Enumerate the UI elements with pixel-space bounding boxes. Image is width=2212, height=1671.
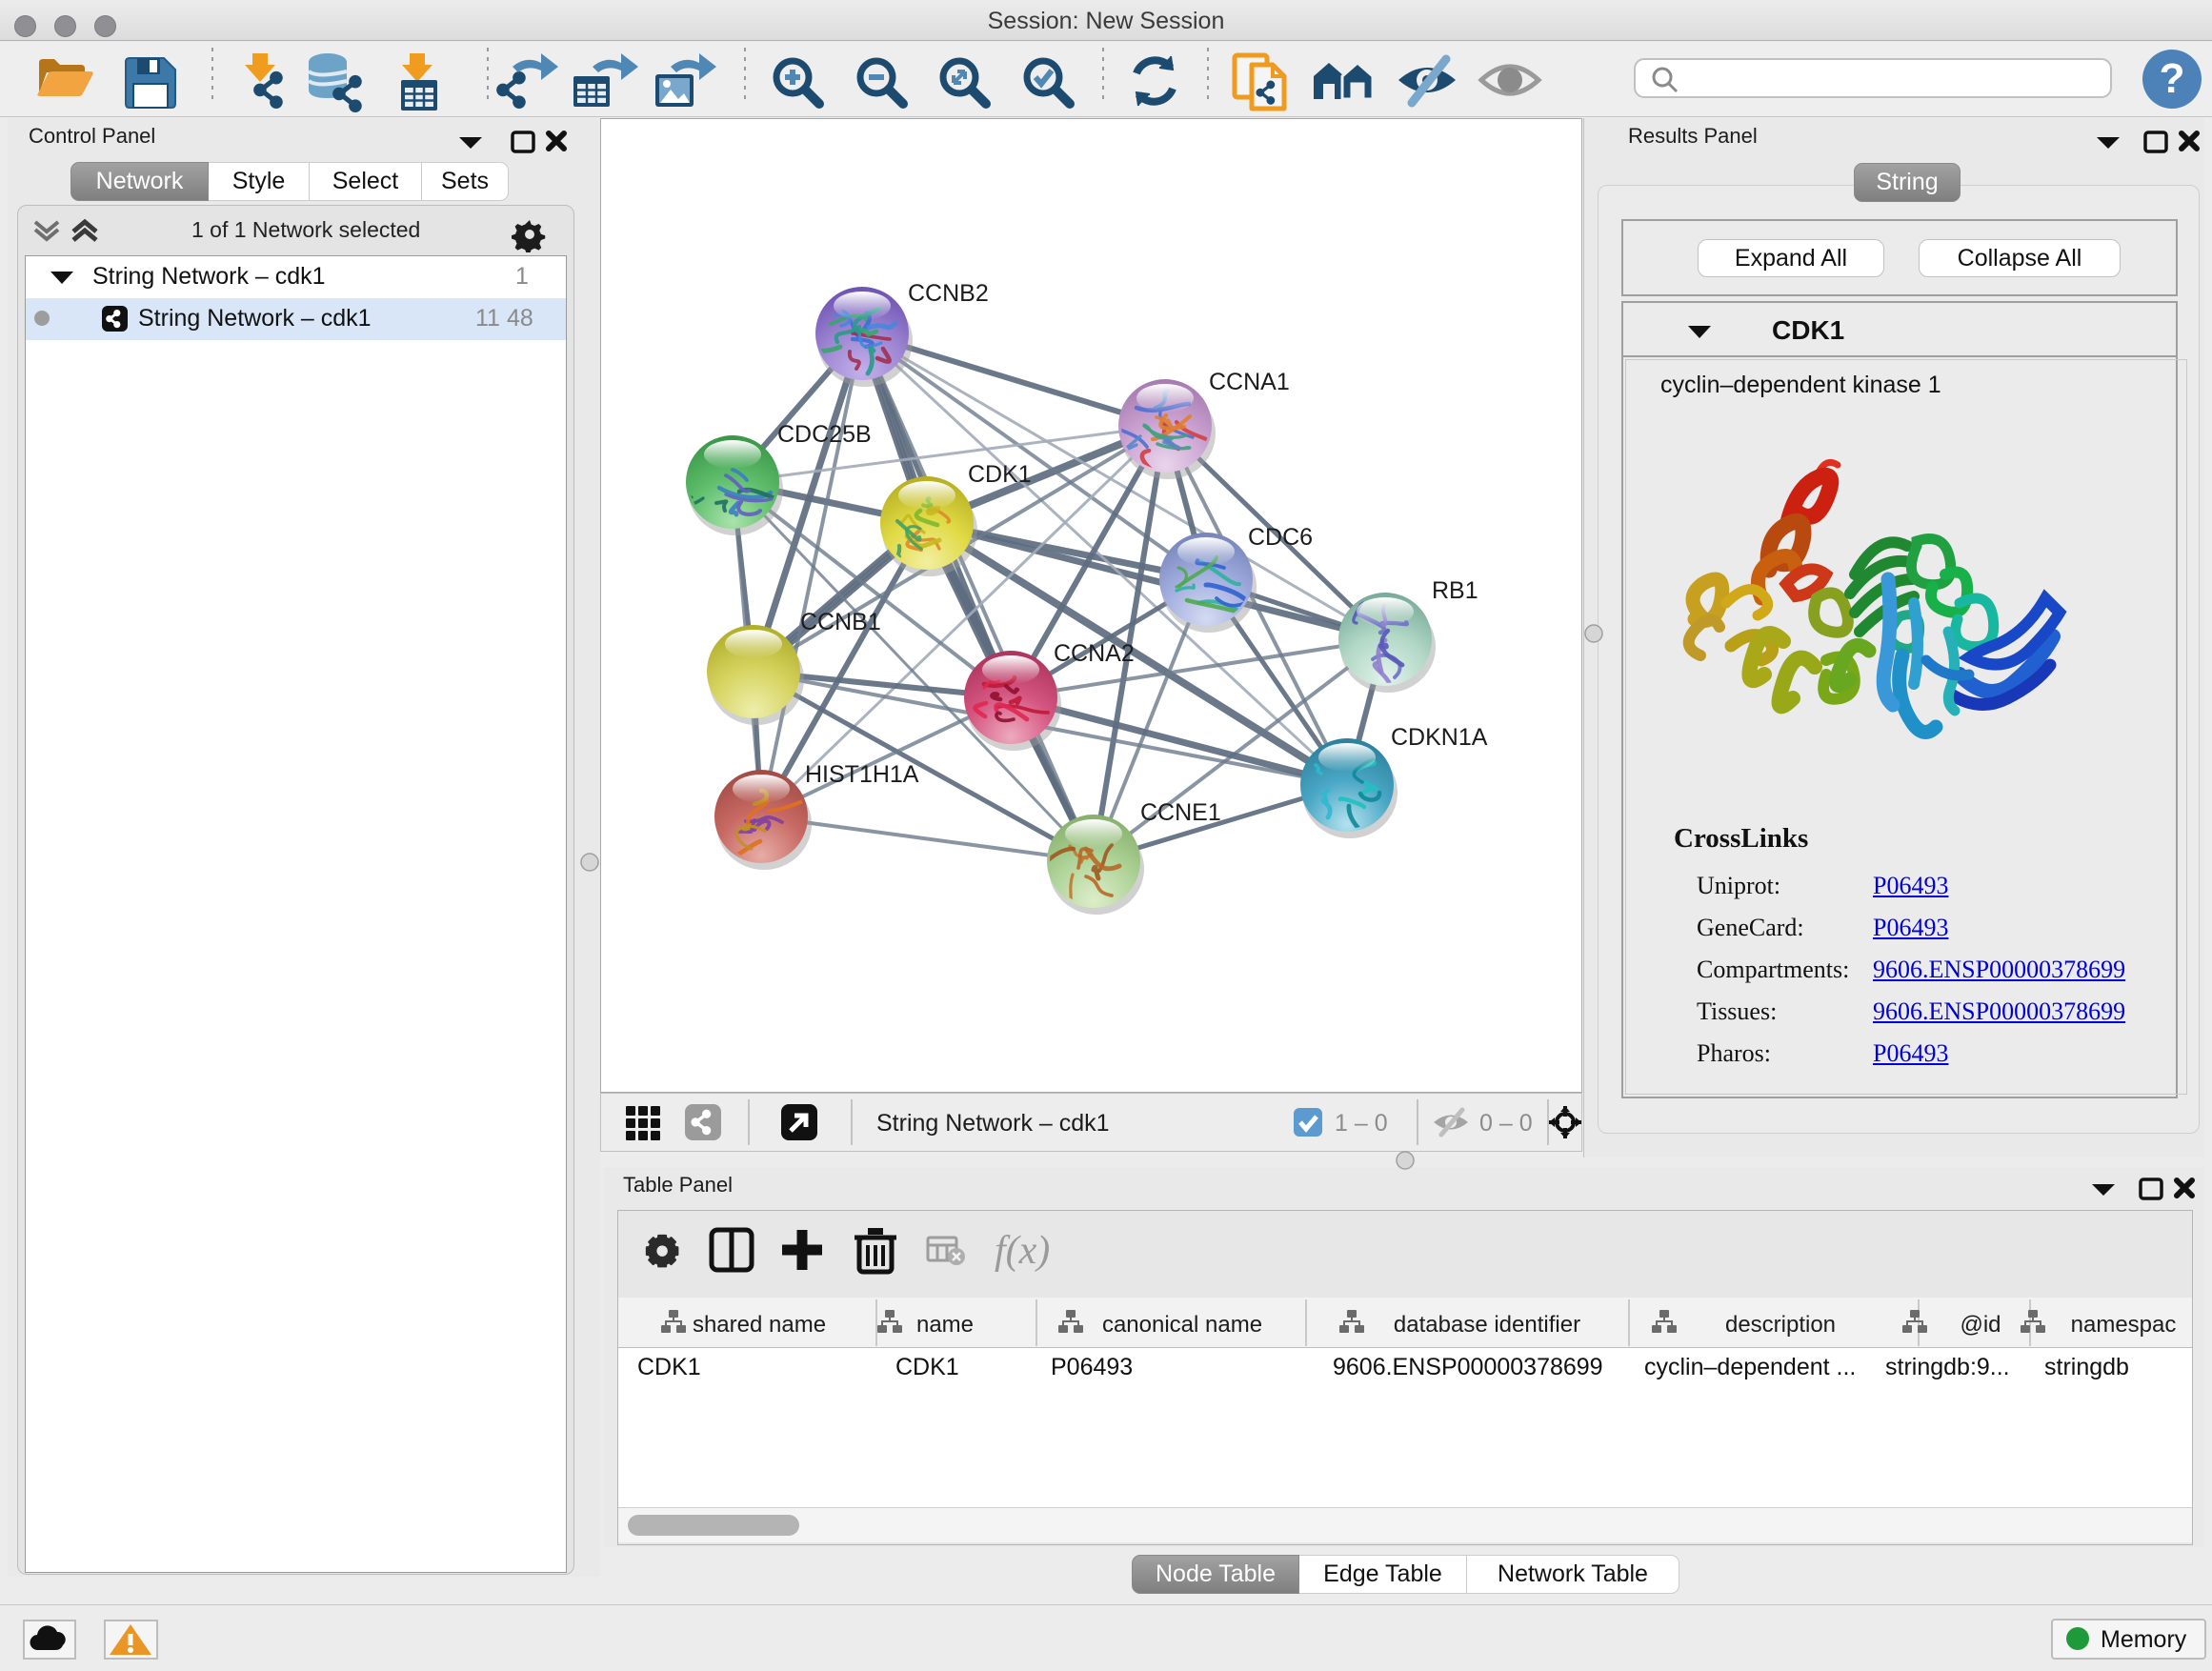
svg-text:CCNB2: CCNB2 [908, 280, 989, 307]
svg-text:CDK1: CDK1 [968, 461, 1032, 488]
svg-text:namespac: namespac [2071, 1312, 2177, 1338]
svg-text:canonical name: canonical name [1102, 1312, 1262, 1338]
svg-text:shared name: shared name [693, 1312, 826, 1338]
svg-text:CDKN1A: CDKN1A [1391, 724, 1488, 751]
svg-text:0 – 0: 0 – 0 [1479, 1110, 1533, 1137]
svg-text:CDC25B: CDC25B [777, 421, 872, 448]
svg-text:HIST1H1A: HIST1H1A [805, 761, 919, 788]
svg-text:1 – 0: 1 – 0 [1335, 1110, 1388, 1137]
svg-text:@id: @id [1960, 1312, 2001, 1338]
svg-text:database identifier: database identifier [1394, 1312, 1580, 1338]
svg-text:CCNA1: CCNA1 [1209, 369, 1290, 395]
svg-text:CCNB1: CCNB1 [800, 609, 881, 635]
svg-text:RB1: RB1 [1432, 577, 1478, 604]
svg-text:name: name [916, 1312, 974, 1338]
svg-text:?: ? [2160, 55, 2185, 102]
svg-text:CDC6: CDC6 [1248, 524, 1313, 551]
svg-text:f(x): f(x) [995, 1229, 1050, 1273]
svg-text:CCNA2: CCNA2 [1054, 640, 1135, 667]
svg-text:description: description [1725, 1312, 1836, 1338]
svg-text:CCNE1: CCNE1 [1140, 799, 1221, 826]
svg-text:String Network – cdk1: String Network – cdk1 [876, 1110, 1110, 1137]
